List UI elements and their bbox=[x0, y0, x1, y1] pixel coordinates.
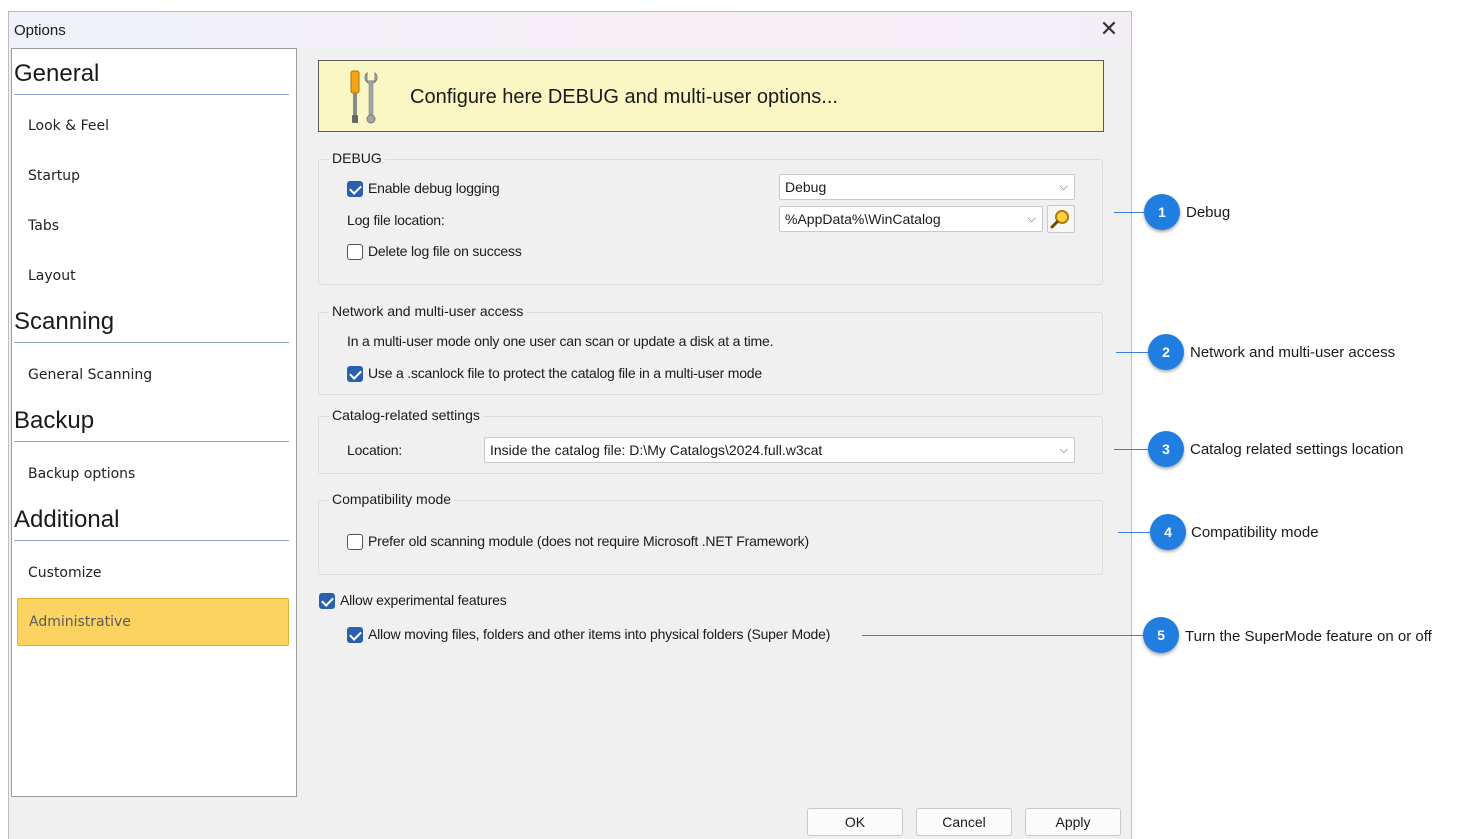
sidebar-item-administrative[interactable]: Administrative bbox=[17, 598, 289, 646]
browse-log-button[interactable] bbox=[1047, 205, 1075, 233]
debug-legend: DEBUG bbox=[329, 150, 385, 166]
callout-text-2: Network and multi-user access bbox=[1190, 344, 1396, 361]
chevron-down-icon: ⌵ bbox=[1027, 213, 1036, 225]
options-sidebar: General Look & Feel Startup Tabs Layout … bbox=[11, 48, 297, 797]
catalog-location-value: Inside the catalog file: D:\My Catalogs\… bbox=[490, 442, 823, 458]
log-location-value: %AppData%\WinCatalog bbox=[785, 211, 941, 227]
log-level-value: Debug bbox=[785, 179, 827, 195]
network-info-text: In a multi-user mode only one user can s… bbox=[347, 333, 774, 349]
sidebar-heading-additional: Additional bbox=[14, 505, 289, 541]
compat-group: Compatibility mode Prefer old scanning m… bbox=[318, 491, 1103, 575]
enable-debug-label: Enable debug logging bbox=[368, 180, 500, 196]
ok-button[interactable]: OK bbox=[807, 808, 903, 836]
callout-line-5 bbox=[862, 635, 1144, 636]
sidebar-item-general-scanning[interactable]: General Scanning bbox=[17, 360, 289, 390]
callout-badge-2: 2 bbox=[1148, 334, 1184, 370]
sidebar-heading-scanning: Scanning bbox=[14, 307, 289, 343]
scanlock-checkbox[interactable] bbox=[347, 366, 363, 382]
catalog-group: Catalog-related settings Location: Insid… bbox=[318, 407, 1103, 474]
cancel-button[interactable]: Cancel bbox=[916, 808, 1012, 836]
scanlock-label: Use a .scanlock file to protect the cata… bbox=[368, 365, 762, 381]
old-module-label: Prefer old scanning module (does not req… bbox=[368, 533, 809, 549]
callout-badge-1: 1 bbox=[1144, 194, 1180, 230]
magnifier-icon bbox=[1050, 210, 1069, 229]
callout-badge-3: 3 bbox=[1148, 431, 1184, 467]
sidebar-item-look-feel[interactable]: Look & Feel bbox=[17, 111, 289, 141]
callout-badge-5: 5 bbox=[1143, 617, 1179, 653]
experimental-checkbox[interactable] bbox=[319, 593, 335, 609]
window-title: Options bbox=[14, 22, 66, 39]
callout-text-3: Catalog related settings location bbox=[1190, 441, 1404, 458]
callout-text-4: Compatibility mode bbox=[1191, 524, 1319, 541]
callout-badge-4: 4 bbox=[1150, 514, 1186, 550]
catalog-legend: Catalog-related settings bbox=[329, 407, 483, 423]
experimental-label: Allow experimental features bbox=[340, 592, 507, 608]
sidebar-item-startup[interactable]: Startup bbox=[17, 161, 289, 191]
sidebar-heading-general: General bbox=[14, 59, 289, 95]
enable-debug-checkbox[interactable] bbox=[347, 181, 363, 197]
callout-line-4 bbox=[1118, 532, 1150, 533]
network-group: Network and multi-user access In a multi… bbox=[318, 303, 1103, 395]
tools-icon bbox=[350, 70, 378, 124]
log-level-select[interactable]: Debug ⌵ bbox=[779, 174, 1075, 200]
sidebar-item-backup-options[interactable]: Backup options bbox=[17, 459, 289, 489]
options-dialog: Options ✕ General Look & Feel Startup Ta… bbox=[8, 11, 1132, 839]
chevron-down-icon: ⌵ bbox=[1059, 181, 1068, 193]
old-module-checkbox[interactable] bbox=[347, 534, 363, 550]
super-mode-checkbox[interactable] bbox=[347, 627, 363, 643]
network-legend: Network and multi-user access bbox=[329, 303, 527, 319]
title-bar: Options ✕ bbox=[9, 12, 1131, 48]
log-location-label: Log file location: bbox=[347, 212, 445, 228]
log-location-select[interactable]: %AppData%\WinCatalog ⌵ bbox=[779, 206, 1043, 232]
close-icon[interactable]: ✕ bbox=[1093, 16, 1125, 44]
sidebar-heading-backup: Backup bbox=[14, 406, 289, 442]
sidebar-item-customize[interactable]: Customize bbox=[17, 558, 289, 588]
compat-legend: Compatibility mode bbox=[329, 491, 455, 507]
apply-button[interactable]: Apply bbox=[1025, 808, 1121, 836]
debug-group: DEBUG Enable debug logging Log file loca… bbox=[318, 150, 1103, 285]
delete-log-label: Delete log file on success bbox=[368, 243, 522, 259]
callout-line-1 bbox=[1114, 212, 1144, 213]
banner-text: Configure here DEBUG and multi-user opti… bbox=[410, 86, 838, 108]
super-mode-label: Allow moving files, folders and other it… bbox=[368, 626, 831, 642]
sidebar-item-layout[interactable]: Layout bbox=[17, 261, 289, 291]
callout-line-3 bbox=[1114, 449, 1148, 450]
chevron-down-icon: ⌵ bbox=[1059, 444, 1068, 456]
callout-text-5: Turn the SuperMode feature on or off bbox=[1185, 628, 1432, 645]
header-banner: Configure here DEBUG and multi-user opti… bbox=[318, 60, 1104, 132]
callout-text-1: Debug bbox=[1186, 204, 1231, 221]
catalog-location-label: Location: bbox=[347, 442, 403, 458]
catalog-location-select[interactable]: Inside the catalog file: D:\My Catalogs\… bbox=[484, 437, 1075, 463]
delete-log-checkbox[interactable] bbox=[347, 244, 363, 260]
callout-line-2 bbox=[1116, 352, 1148, 353]
sidebar-item-tabs[interactable]: Tabs bbox=[17, 211, 289, 241]
